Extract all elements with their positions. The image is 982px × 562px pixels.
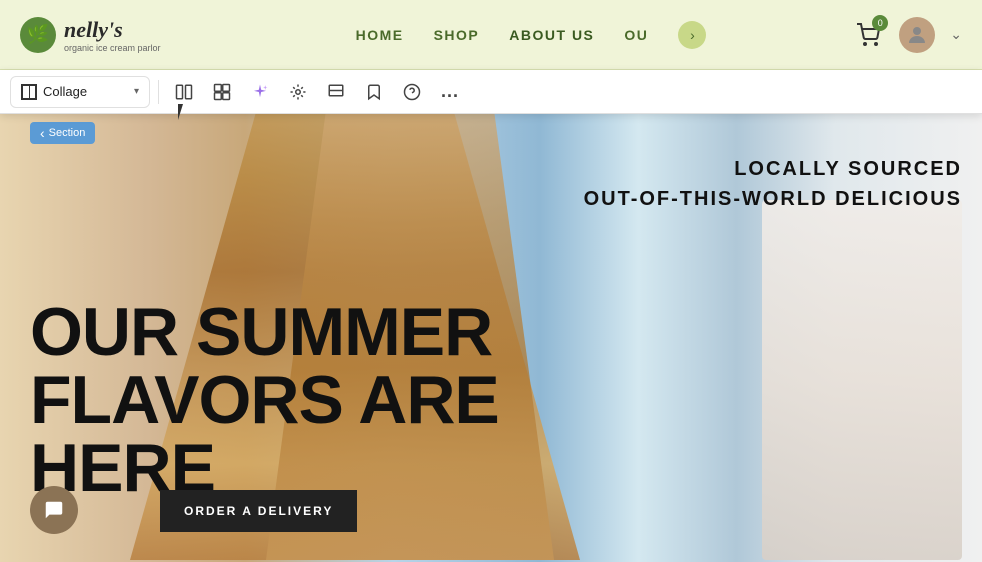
arrange-button[interactable]	[281, 76, 315, 108]
more-options-icon: ...	[441, 81, 459, 102]
crop-button[interactable]	[319, 76, 353, 108]
help-icon	[403, 83, 421, 101]
nav-link-ou[interactable]: OU	[624, 27, 648, 43]
dropdown-arrow-icon: ▾	[134, 86, 139, 97]
nav-right-actions: 0 ⌄	[842, 17, 962, 53]
logo-text: nelly's organic ice cream parlor	[64, 17, 161, 53]
chat-bubble-icon	[43, 499, 65, 521]
chat-bubble-button[interactable]	[30, 486, 78, 534]
toolbar-divider-1	[158, 80, 159, 104]
hero-title-line2: FLAVORS ARE	[30, 366, 499, 434]
account-chevron[interactable]: ⌄	[950, 26, 962, 43]
crop-icon	[327, 83, 345, 101]
bookmark-icon	[365, 83, 383, 101]
section-badge-label: Section	[49, 127, 86, 139]
hero-sub-line1: LOCALLY SOURCED	[584, 154, 962, 184]
editor-toolbar: Collage ▾	[0, 70, 982, 114]
hero-main-title: OUR SUMMER FLAVORS ARE HERE	[30, 298, 499, 502]
more-options-button[interactable]: ...	[433, 76, 467, 108]
hero-subtitle-right: LOCALLY SOURCED OUT-OF-THIS-WORLD DELICI…	[584, 154, 962, 214]
nav-link-about[interactable]: ABOUT US	[509, 27, 594, 43]
logo-name: nelly's	[64, 17, 161, 43]
add-app-icon	[213, 83, 231, 101]
bookmark-button[interactable]	[357, 76, 391, 108]
nav-more-button[interactable]: ›	[678, 21, 706, 49]
arrange-icon	[289, 83, 307, 101]
hero-sub-line2: OUT-OF-THIS-WORLD DELICIOUS	[584, 184, 962, 214]
cart-badge: 0	[872, 15, 888, 31]
logo-subtitle: organic ice cream parlor	[64, 43, 161, 53]
help-button[interactable]	[395, 76, 429, 108]
collage-label: Collage	[43, 84, 128, 99]
nav-links: HOME SHOP ABOUT US OU ›	[220, 21, 842, 49]
mouse-cursor	[178, 104, 192, 124]
logo-area: 🌿 nelly's organic ice cream parlor	[20, 17, 220, 53]
logo-icon: 🌿	[20, 17, 56, 53]
order-delivery-button[interactable]: ORDER A DELIVERY	[160, 490, 357, 532]
add-app-button[interactable]	[205, 76, 239, 108]
collage-dropdown[interactable]: Collage ▾	[10, 76, 150, 108]
user-avatar[interactable]	[899, 17, 935, 53]
ai-sparkle-icon	[251, 83, 269, 101]
top-navigation: 🌿 nelly's organic ice cream parlor HOME …	[0, 0, 982, 70]
ai-button[interactable]	[243, 76, 277, 108]
add-section-icon	[175, 83, 193, 101]
nav-link-home[interactable]: HOME	[356, 27, 404, 43]
hero-title-line1: OUR SUMMER	[30, 298, 499, 366]
avatar-icon	[905, 23, 929, 47]
nav-link-shop[interactable]: SHOP	[434, 27, 480, 43]
collage-icon	[21, 84, 37, 100]
add-section-button[interactable]	[167, 76, 201, 108]
section-badge[interactable]: Section	[30, 122, 95, 144]
cart-button[interactable]: 0	[852, 19, 884, 51]
hero-content: LOCALLY SOURCED OUT-OF-THIS-WORLD DELICI…	[0, 114, 982, 562]
